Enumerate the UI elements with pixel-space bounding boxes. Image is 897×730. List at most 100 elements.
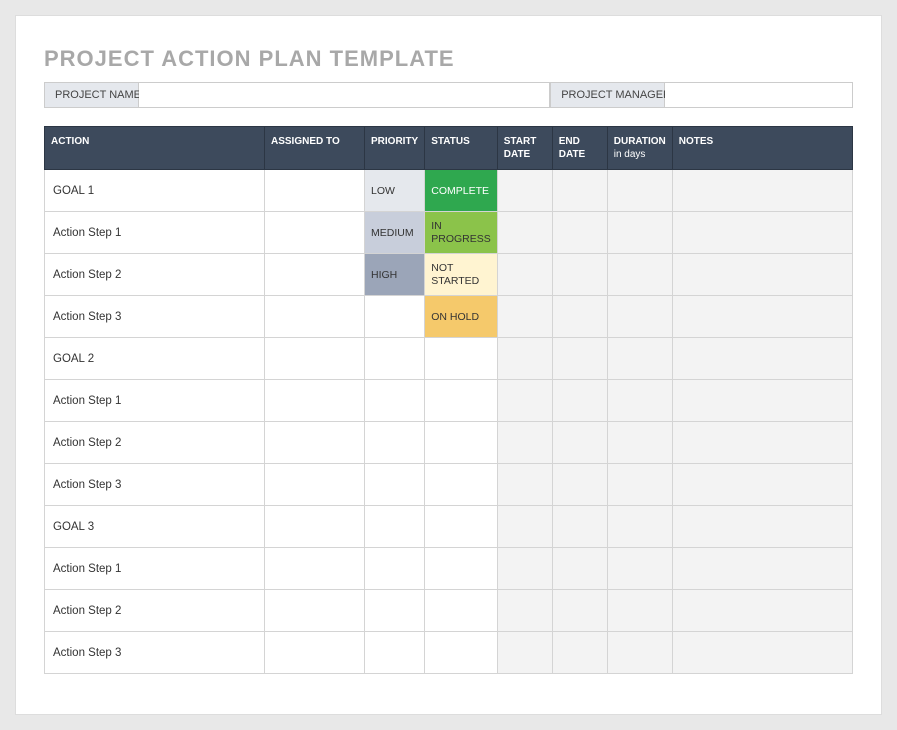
cell-duration[interactable]: [607, 170, 672, 212]
cell-action[interactable]: GOAL 1: [45, 170, 265, 212]
cell-action[interactable]: GOAL 2: [45, 338, 265, 380]
cell-notes[interactable]: [672, 422, 852, 464]
cell-priority[interactable]: [365, 380, 425, 422]
table-row: Action Step 3: [45, 632, 853, 674]
cell-priority[interactable]: [365, 422, 425, 464]
cell-status[interactable]: [425, 380, 498, 422]
cell-start-date[interactable]: [497, 548, 552, 590]
cell-assigned-to[interactable]: [265, 632, 365, 674]
cell-priority[interactable]: [365, 464, 425, 506]
cell-duration[interactable]: [607, 338, 672, 380]
cell-priority[interactable]: [365, 548, 425, 590]
cell-end-date[interactable]: [552, 170, 607, 212]
cell-end-date[interactable]: [552, 296, 607, 338]
cell-duration[interactable]: [607, 380, 672, 422]
cell-end-date[interactable]: [552, 422, 607, 464]
cell-action[interactable]: Action Step 2: [45, 590, 265, 632]
cell-assigned-to[interactable]: [265, 422, 365, 464]
cell-action[interactable]: Action Step 3: [45, 464, 265, 506]
cell-notes[interactable]: [672, 296, 852, 338]
cell-duration[interactable]: [607, 506, 672, 548]
cell-start-date[interactable]: [497, 506, 552, 548]
cell-status[interactable]: COMPLETE: [425, 170, 498, 212]
cell-notes[interactable]: [672, 548, 852, 590]
cell-status[interactable]: [425, 422, 498, 464]
cell-priority[interactable]: [365, 506, 425, 548]
cell-status[interactable]: [425, 506, 498, 548]
cell-start-date[interactable]: [497, 254, 552, 296]
cell-priority[interactable]: HIGH: [365, 254, 425, 296]
cell-end-date[interactable]: [552, 212, 607, 254]
cell-status[interactable]: [425, 464, 498, 506]
cell-action[interactable]: Action Step 1: [45, 212, 265, 254]
cell-status[interactable]: ON HOLD: [425, 296, 498, 338]
cell-duration[interactable]: [607, 548, 672, 590]
cell-notes[interactable]: [672, 254, 852, 296]
cell-notes[interactable]: [672, 338, 852, 380]
cell-notes[interactable]: [672, 590, 852, 632]
cell-priority[interactable]: [365, 632, 425, 674]
cell-start-date[interactable]: [497, 422, 552, 464]
cell-end-date[interactable]: [552, 548, 607, 590]
cell-start-date[interactable]: [497, 380, 552, 422]
cell-start-date[interactable]: [497, 632, 552, 674]
cell-priority[interactable]: [365, 590, 425, 632]
cell-assigned-to[interactable]: [265, 590, 365, 632]
cell-status[interactable]: [425, 338, 498, 380]
project-name-input[interactable]: [139, 82, 550, 108]
cell-end-date[interactable]: [552, 254, 607, 296]
cell-end-date[interactable]: [552, 632, 607, 674]
cell-duration[interactable]: [607, 464, 672, 506]
cell-assigned-to[interactable]: [265, 212, 365, 254]
cell-action[interactable]: GOAL 3: [45, 506, 265, 548]
cell-duration[interactable]: [607, 254, 672, 296]
cell-priority[interactable]: [365, 338, 425, 380]
cell-notes[interactable]: [672, 212, 852, 254]
table-row: GOAL 3: [45, 506, 853, 548]
cell-assigned-to[interactable]: [265, 506, 365, 548]
cell-action[interactable]: Action Step 1: [45, 380, 265, 422]
cell-status[interactable]: NOT STARTED: [425, 254, 498, 296]
cell-start-date[interactable]: [497, 296, 552, 338]
cell-notes[interactable]: [672, 506, 852, 548]
cell-priority[interactable]: [365, 296, 425, 338]
cell-end-date[interactable]: [552, 464, 607, 506]
cell-status[interactable]: IN PROGRESS: [425, 212, 498, 254]
cell-priority[interactable]: MEDIUM: [365, 212, 425, 254]
cell-status[interactable]: [425, 548, 498, 590]
cell-start-date[interactable]: [497, 170, 552, 212]
cell-end-date[interactable]: [552, 590, 607, 632]
cell-assigned-to[interactable]: [265, 464, 365, 506]
cell-duration[interactable]: [607, 296, 672, 338]
cell-end-date[interactable]: [552, 380, 607, 422]
cell-assigned-to[interactable]: [265, 170, 365, 212]
project-manager-input[interactable]: [665, 82, 853, 108]
cell-duration[interactable]: [607, 590, 672, 632]
cell-assigned-to[interactable]: [265, 296, 365, 338]
cell-notes[interactable]: [672, 170, 852, 212]
cell-action[interactable]: Action Step 2: [45, 254, 265, 296]
cell-priority[interactable]: LOW: [365, 170, 425, 212]
cell-start-date[interactable]: [497, 590, 552, 632]
cell-notes[interactable]: [672, 380, 852, 422]
cell-duration[interactable]: [607, 422, 672, 464]
cell-action[interactable]: Action Step 2: [45, 422, 265, 464]
cell-assigned-to[interactable]: [265, 254, 365, 296]
cell-duration[interactable]: [607, 632, 672, 674]
cell-assigned-to[interactable]: [265, 338, 365, 380]
cell-status[interactable]: [425, 632, 498, 674]
cell-start-date[interactable]: [497, 212, 552, 254]
cell-notes[interactable]: [672, 632, 852, 674]
cell-action[interactable]: Action Step 3: [45, 632, 265, 674]
cell-assigned-to[interactable]: [265, 380, 365, 422]
cell-start-date[interactable]: [497, 464, 552, 506]
cell-duration[interactable]: [607, 212, 672, 254]
cell-action[interactable]: Action Step 1: [45, 548, 265, 590]
cell-notes[interactable]: [672, 464, 852, 506]
cell-action[interactable]: Action Step 3: [45, 296, 265, 338]
cell-assigned-to[interactable]: [265, 548, 365, 590]
cell-start-date[interactable]: [497, 338, 552, 380]
cell-end-date[interactable]: [552, 506, 607, 548]
cell-end-date[interactable]: [552, 338, 607, 380]
cell-status[interactable]: [425, 590, 498, 632]
